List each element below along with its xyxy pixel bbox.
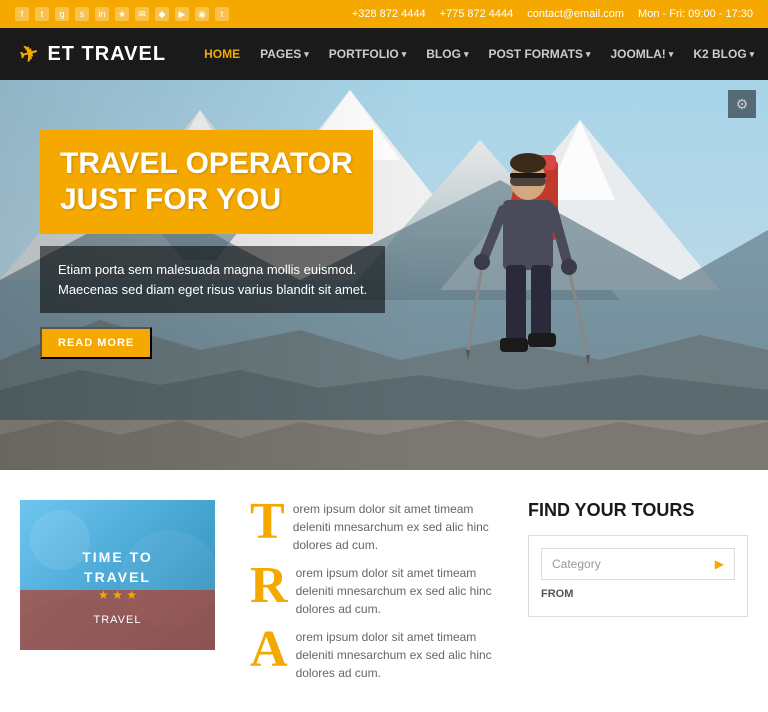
overlay-text: travel bbox=[94, 614, 142, 626]
hero-description: Etiam porta sem malesuada magna mollis e… bbox=[58, 260, 367, 299]
drop-cap-section: T orem ipsum dolor sit amet timeam delen… bbox=[240, 500, 508, 682]
travel-card-container: TIME TO TRAVEL ★ ★ ★ travel bbox=[20, 500, 220, 682]
rss-icon[interactable]: ◉ bbox=[195, 7, 209, 21]
plane-icon: ✈ bbox=[17, 39, 43, 69]
drop-cap-row-r: R orem ipsum dolor sit amet timeam delen… bbox=[250, 564, 498, 618]
find-tours-panel: FIND YOUR TOURS Category ▶ From bbox=[528, 500, 748, 682]
nav-home[interactable]: HOME bbox=[196, 41, 248, 67]
category-dropdown[interactable]: Category ▶ bbox=[541, 548, 735, 580]
social-icons-group: f t g s in ★ ✉ ◆ ▶ ◉ t bbox=[15, 7, 229, 21]
hero-title-box: TRAVEL OPERATOR JUST FOR YOU bbox=[40, 130, 373, 234]
drop-cap-text-r: orem ipsum dolor sit amet timeam delenit… bbox=[296, 564, 498, 618]
contact-info: +328 872 4444 +775 872 4444 contact@emai… bbox=[352, 8, 753, 20]
from-label: From bbox=[541, 588, 735, 600]
nav-menu: HOME PAGES▾ PORTFOLIO▾ BLOG▾ POST FORMAT… bbox=[196, 39, 768, 69]
linkedin-icon[interactable]: in bbox=[95, 7, 109, 21]
tumblr-icon[interactable]: t bbox=[215, 7, 229, 21]
email: contact@email.com bbox=[527, 8, 624, 20]
nav-pages[interactable]: PAGES▾ bbox=[252, 41, 317, 67]
joomla-chevron: ▾ bbox=[669, 49, 674, 60]
mail-icon[interactable]: ✉ bbox=[135, 7, 149, 21]
hero-description-box: Etiam porta sem malesuada magna mollis e… bbox=[40, 246, 385, 313]
nav-portfolio[interactable]: PORTFOLIO▾ bbox=[321, 41, 415, 67]
youtube-icon[interactable]: ▶ bbox=[175, 7, 189, 21]
top-bar: f t g s in ★ ✉ ◆ ▶ ◉ t +328 872 4444 +77… bbox=[0, 0, 768, 28]
drop-cap-row-a: A orem ipsum dolor sit amet timeam delen… bbox=[250, 628, 498, 682]
drop-cap-text-a: orem ipsum dolor sit amet timeam delenit… bbox=[296, 628, 498, 682]
twitter-icon[interactable]: t bbox=[35, 7, 49, 21]
card-stars: ★ ★ ★ bbox=[98, 588, 137, 602]
phone1: +328 872 4444 bbox=[352, 8, 426, 20]
skype-icon[interactable]: s bbox=[75, 7, 89, 21]
drop-cap-row-t: T orem ipsum dolor sit amet timeam delen… bbox=[250, 500, 498, 554]
category-placeholder: Category bbox=[552, 557, 601, 571]
find-tours-form: Category ▶ From bbox=[528, 535, 748, 617]
nav-post-formats[interactable]: POST FORMATS▾ bbox=[480, 41, 598, 67]
instagram-icon[interactable]: ★ bbox=[115, 7, 129, 21]
hiker-figure bbox=[428, 100, 688, 470]
drop-cap-r: R bbox=[250, 560, 288, 612]
vimeo-icon[interactable]: ◆ bbox=[155, 7, 169, 21]
k2blog-chevron: ▾ bbox=[750, 49, 755, 60]
logo[interactable]: ✈ ET TRAVEL bbox=[20, 41, 166, 67]
travel-card: TIME TO TRAVEL ★ ★ ★ travel bbox=[20, 500, 215, 650]
hours: Mon - Fri: 09:00 - 17:30 bbox=[638, 8, 753, 20]
phone2: +775 872 4444 bbox=[440, 8, 514, 20]
drop-cap-a: A bbox=[250, 624, 288, 676]
blog-chevron: ▾ bbox=[464, 49, 469, 60]
pages-chevron: ▾ bbox=[304, 49, 309, 60]
nav-joomla[interactable]: JOOMLA!▾ bbox=[602, 41, 681, 67]
find-tours-title: FIND YOUR TOURS bbox=[528, 500, 748, 521]
googleplus-icon[interactable]: g bbox=[55, 7, 69, 21]
nav-blog[interactable]: BLOG▾ bbox=[418, 41, 476, 67]
post-formats-chevron: ▾ bbox=[586, 49, 591, 60]
brand-name: ET TRAVEL bbox=[47, 43, 166, 66]
read-more-button[interactable]: READ MORE bbox=[40, 327, 152, 359]
bottom-section: TIME TO TRAVEL ★ ★ ★ travel T orem ipsum… bbox=[0, 470, 768, 712]
navbar: ✈ ET TRAVEL HOME PAGES▾ PORTFOLIO▾ BLOG▾… bbox=[0, 28, 768, 80]
category-arrow-icon: ▶ bbox=[715, 557, 724, 571]
hero-content: TRAVEL OPERATOR JUST FOR YOU Etiam porta… bbox=[40, 130, 385, 359]
card-title: TIME TO TRAVEL bbox=[82, 548, 153, 587]
facebook-icon[interactable]: f bbox=[15, 7, 29, 21]
nav-k2blog[interactable]: K2 BLOG▾ bbox=[685, 41, 762, 67]
drop-cap-text-t: orem ipsum dolor sit amet timeam delenit… bbox=[293, 500, 498, 554]
portfolio-chevron: ▾ bbox=[402, 49, 407, 60]
drop-cap-t: T bbox=[250, 496, 285, 548]
hero-title: TRAVEL OPERATOR JUST FOR YOU bbox=[60, 146, 353, 218]
hero-section: ⚙ TRAVEL OPERATOR JUST FOR YOU Etiam por… bbox=[0, 80, 768, 470]
hero-settings-button[interactable]: ⚙ bbox=[728, 90, 756, 118]
